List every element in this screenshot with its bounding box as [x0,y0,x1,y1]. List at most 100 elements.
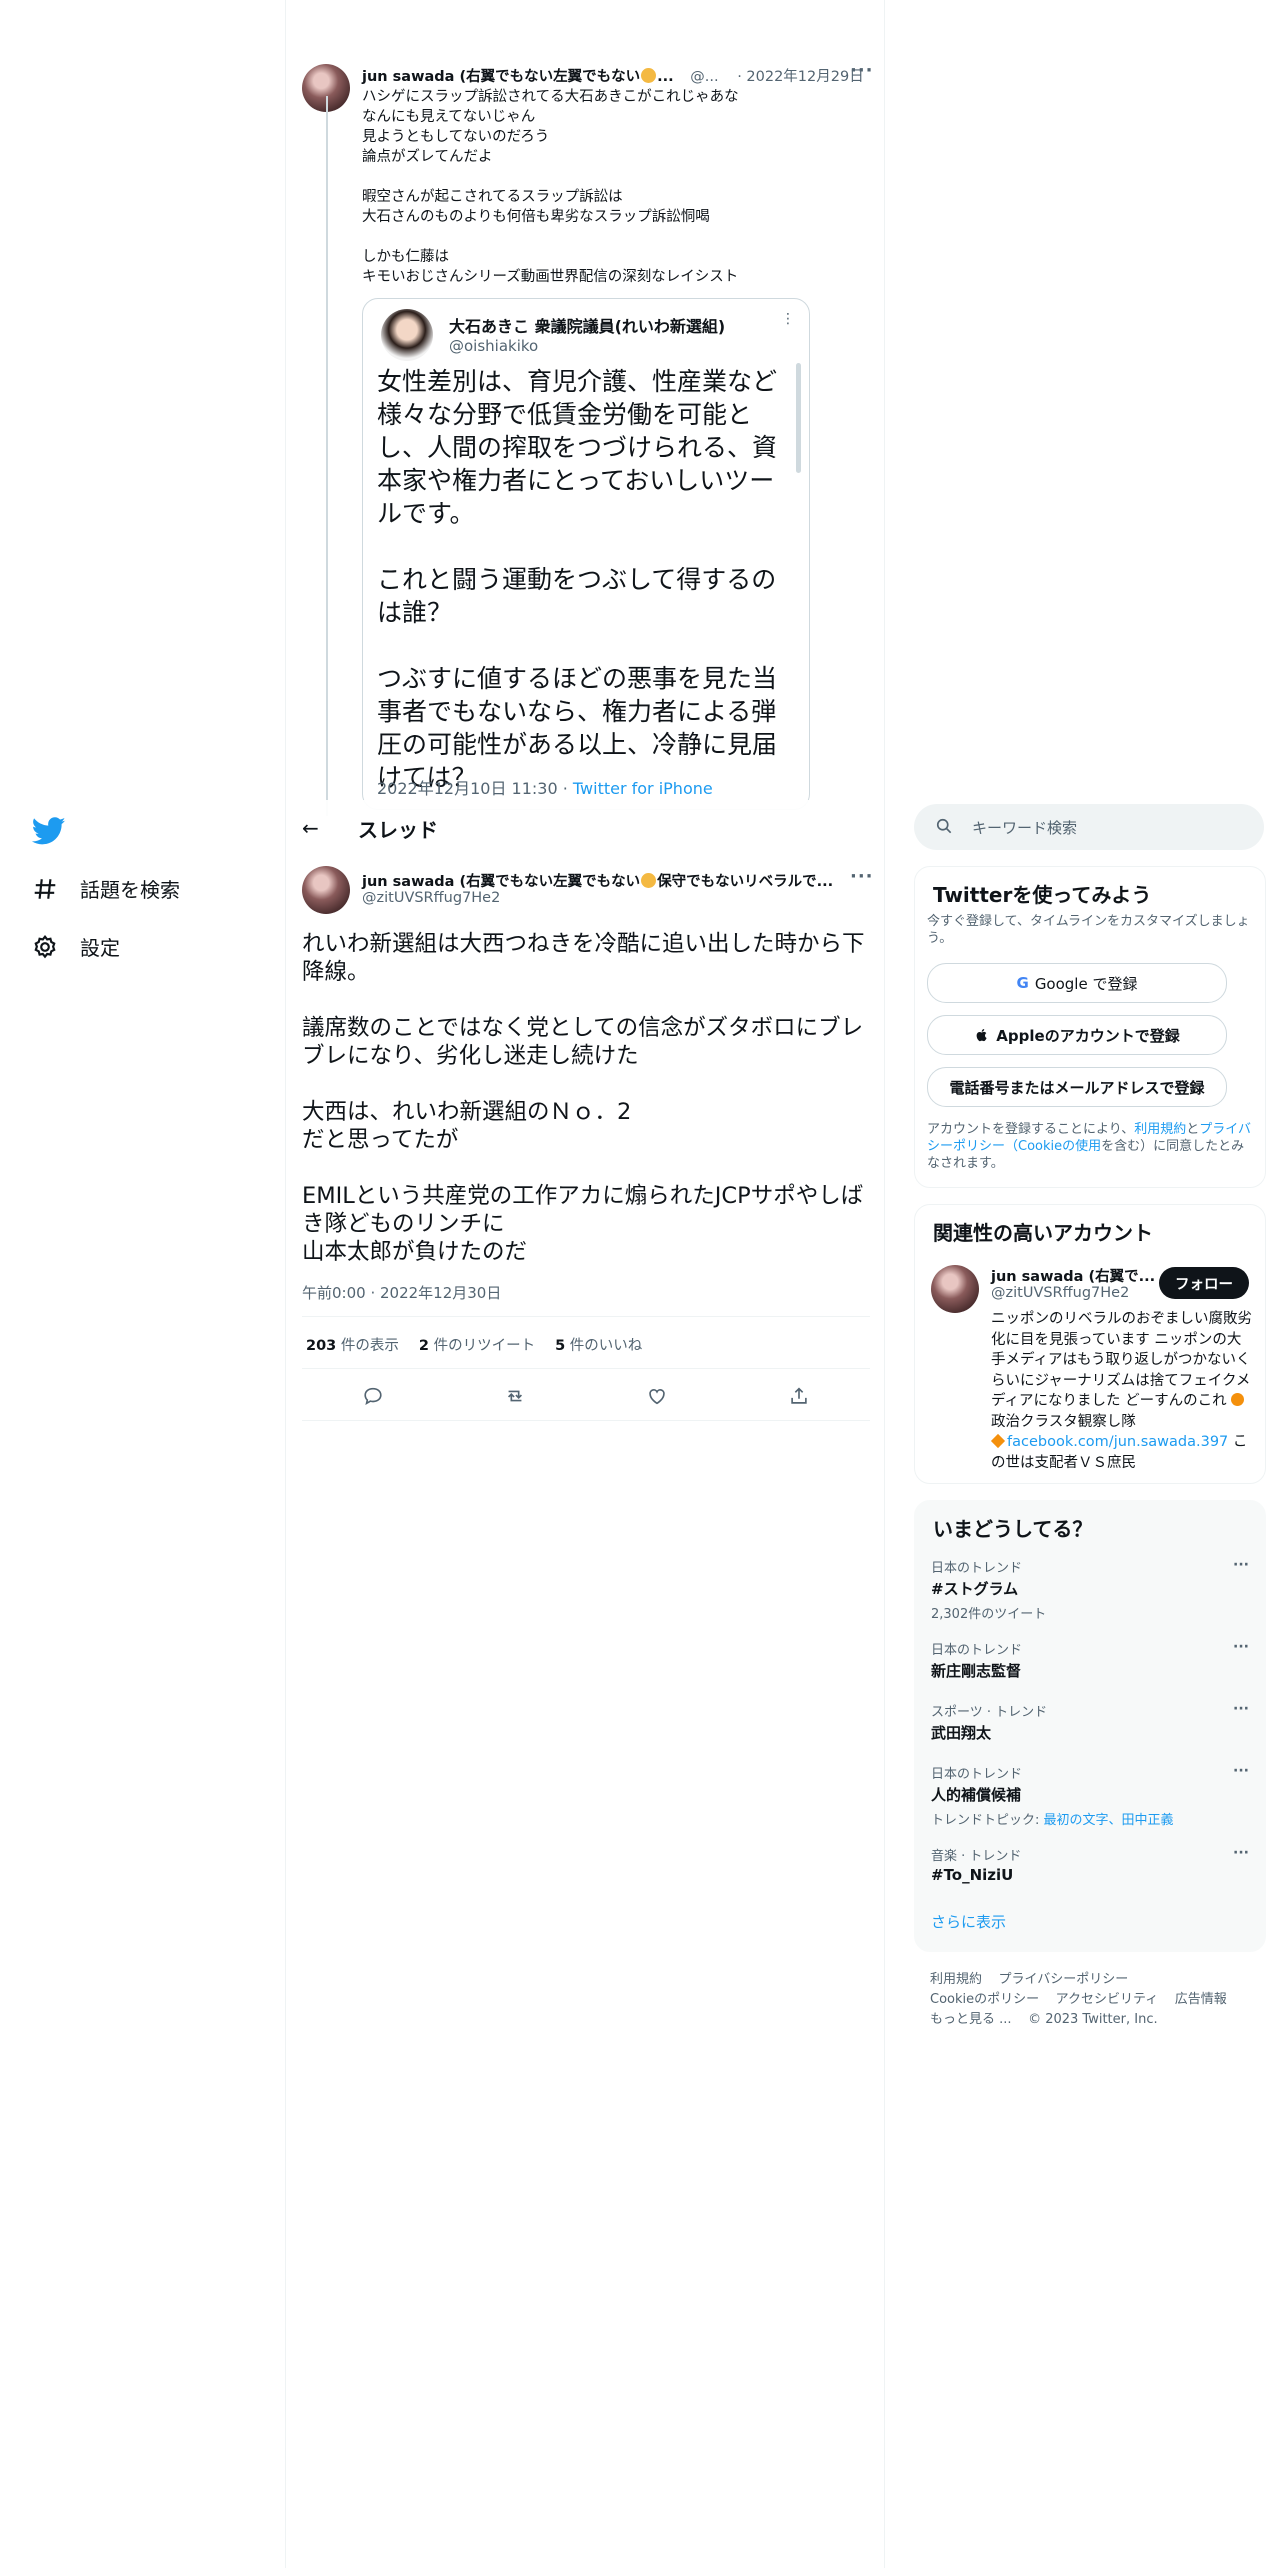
more-options-icon[interactable]: ··· [850,866,874,887]
quote-avatar [381,309,433,361]
search-icon [936,818,952,834]
tweet-date[interactable]: · 2022年12月29日 [737,69,864,85]
search-input[interactable]: キーワード検索 [972,817,1077,838]
quote-source-link[interactable]: Twitter for iPhone [573,779,713,798]
apple-signup-button[interactable]: Appleのアカウントで登録 [927,1015,1227,1055]
nav-settings-label: 設定 [80,936,120,960]
author-name-truncation: ... [657,69,674,85]
related-title: 関連性の高いアカウント [933,1221,1153,1245]
author-handle[interactable]: @zitUVSRffug7He2 [362,890,500,906]
parent-tweet-text: ハシゲにスラップ訴訟されてる大石あきこがこれじゃあな なんにも見えてないじゃん … [362,89,739,285]
quote-tweet[interactable]: 大石あきこ 衆議院議員(れいわ新選組) @oishiakiko ⋮ 女性差別は、… [362,298,810,810]
signup-terms: アカウントを登録することにより、利用規約とプライバシーポリシー（Cookieの使… [927,1122,1252,1171]
more-options-icon[interactable]: ··· [1233,1845,1249,1861]
author-name[interactable]: jun sawada (右翼でもない左翼でもない [362,874,640,890]
footer-cookie[interactable]: Cookieのポリシー [930,1992,1039,2007]
thread-header: ← スレッド [286,800,884,856]
signup-title: Twitterを使ってみよう [933,883,1152,907]
tweet-timestamp[interactable]: 午前0:00 · 2022年12月30日 [302,1282,501,1303]
orange-dot-icon [1231,1393,1245,1406]
nav-explore-label: 話題を検索 [80,878,180,902]
related-name[interactable]: jun sawada (右翼で... [991,1265,1155,1286]
quote-date: 2022年12月10日 11:30 · [377,779,573,798]
hashtag-icon [34,878,56,899]
reply-icon[interactable] [362,1385,384,1407]
column-divider-left [285,0,286,2568]
follow-button[interactable]: フォロー [1159,1267,1249,1299]
author-name[interactable]: jun sawada (右翼でもない左翼でもない [362,69,640,85]
author-handle[interactable]: @... [690,69,718,85]
quote-scrollbar[interactable] [796,363,801,473]
signup-card: Twitterを使ってみよう 今すぐ登録して、タイムラインをカスタマイズしましょ… [914,866,1266,1188]
quote-timestamp: 2022年12月10日 11:30 · Twitter for iPhone [377,775,713,799]
more-options-icon[interactable]: ··· [1233,1763,1249,1779]
phone-signup-button[interactable]: 電話番号またはメールアドレスで登録 [927,1067,1227,1107]
apple-icon [976,1029,987,1042]
likes-stat[interactable]: 5 件のいいね [555,1334,642,1355]
footer-ads[interactable]: 広告情報 [1175,1992,1227,2007]
nav-settings[interactable]: 設定 [32,932,120,961]
trend-topic-link[interactable]: 最初の文字、田中正義 [1044,1813,1174,1828]
author-name-tail[interactable]: 保守でもないリベラルで... [657,874,833,890]
parent-tweet-header: jun sawada (右翼でもない左翼でもない... @... · 2022年… [362,65,864,86]
avatar[interactable] [302,866,350,914]
trend-item[interactable]: 日本のトレンド #ストグラム 2,302件のツイート ··· [931,1557,1249,1622]
google-signup-button[interactable]: G Google で登録 [927,963,1227,1003]
more-options-icon[interactable]: ··· [1233,1557,1249,1573]
nav-explore[interactable]: 話題を検索 [32,874,180,903]
cookie-link[interactable]: （Cookieの使用 [1005,1139,1101,1154]
orange-diamond-icon [990,1433,1006,1449]
search-box[interactable]: キーワード検索 [914,804,1264,850]
trends-card: いまどうしてる？ 日本のトレンド #ストグラム 2,302件のツイート ··· … [914,1500,1266,1952]
footer-terms[interactable]: 利用規約 [930,1972,982,1987]
share-icon[interactable] [788,1385,810,1407]
quote-text: 女性差別は、育児介護、性産業など様々な分野で低賃金労働を可能とし、人間の搾取をつ… [377,367,778,792]
trend-item[interactable]: 音楽 · トレンド #To_NiziU ··· [931,1845,1249,1884]
trend-item[interactable]: 日本のトレンド 人的補償候補 トレンドトピック: 最初の文字、田中正義 ··· [931,1763,1249,1828]
column-divider-right [884,0,885,2568]
tweet-stats: 203 件の表示 2 件のリツイート 5 件のいいね [306,1334,642,1355]
signup-subtitle: 今すぐ登録して、タイムラインをカスタマイズしましょう。 [927,914,1250,946]
tweet-actions [302,1378,870,1414]
footer-more[interactable]: もっと見る ... [930,2012,1012,2027]
back-arrow-icon[interactable]: ← [302,816,319,840]
quote-author-handle: @oishiakiko [449,337,539,355]
more-options-icon[interactable]: ··· [850,60,874,81]
divider [302,1316,870,1317]
twitter-logo-icon[interactable] [32,814,66,848]
show-more-link[interactable]: さらに表示 [931,1911,1006,1932]
more-options-icon[interactable]: ··· [1233,1701,1249,1717]
quote-author-name: 大石あきこ 衆議院議員(れいわ新選組) [449,317,726,336]
main-tweet-header: jun sawada (右翼でもない左翼でもない 保守でもないリベラルで... [362,870,833,891]
thread-connector-line [326,96,328,816]
trend-item[interactable]: 日本のトレンド 新庄剛志監督 ··· [931,1639,1249,1681]
like-icon[interactable] [646,1385,668,1407]
google-icon: G [1016,974,1029,992]
google-signup-label: Google で登録 [1034,974,1138,993]
terms-link[interactable]: 利用規約 [1134,1122,1186,1137]
gear-icon [34,934,56,958]
footer-privacy[interactable]: プライバシーポリシー [999,1972,1129,1987]
apple-signup-label: Appleのアカウントで登録 [996,1026,1180,1045]
retweets-stat[interactable]: 2 件のリツイート [419,1334,535,1355]
related-handle[interactable]: @zitUVSRffug7He2 [991,1285,1129,1301]
views-stat[interactable]: 203 件の表示 [306,1334,399,1355]
footer-accessibility[interactable]: アクセシビリティ [1056,1992,1159,2007]
quote-more-icon[interactable]: ⋮ [781,311,795,327]
related-bio: ニッポンのリベラルのおぞましい腐敗劣化に目を見張っています ニッポンの大手メディ… [990,1311,1252,1471]
trend-item[interactable]: スポーツ · トレンド 武田翔太 ··· [931,1701,1249,1743]
phone-signup-label: 電話番号またはメールアドレスで登録 [949,1078,1205,1097]
related-accounts-card: 関連性の高いアカウント jun sawada (右翼で... @zitUVSRf… [914,1204,1266,1484]
page-title: スレッド [358,818,438,842]
bio-link[interactable]: facebook.com/jun.sawada.397 [1007,1434,1228,1450]
footer-copyright: © 2023 Twitter, Inc. [1028,2012,1158,2027]
divider [302,1420,870,1421]
divider [302,1368,870,1369]
main-tweet-text: れいわ新選組は大西つねきを冷酷に追い出した時から下降線。 議席数のことではなく党… [302,931,865,1265]
emoji-icon [641,68,657,83]
more-options-icon[interactable]: ··· [1233,1639,1249,1655]
avatar[interactable] [931,1265,979,1313]
trends-title: いまどうしてる？ [933,1517,1093,1541]
emoji-icon [641,873,657,888]
retweet-icon[interactable] [504,1385,526,1407]
